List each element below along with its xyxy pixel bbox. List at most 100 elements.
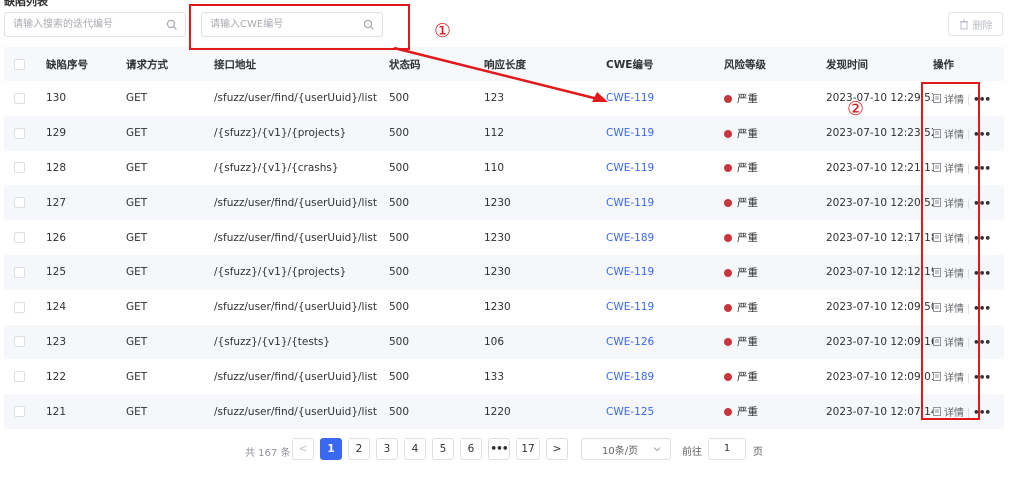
row-select-cell xyxy=(4,185,46,221)
row-checkbox[interactable] xyxy=(14,127,25,139)
cwe-cell: CWE-119 xyxy=(606,81,724,116)
cwe-cell: CWE-119 xyxy=(606,151,724,186)
column-header-risk: 风险等级 xyxy=(724,47,826,81)
column-header-id: 缺陷序号 xyxy=(46,47,126,81)
page-size-select[interactable]: 10条/页 xyxy=(581,438,671,460)
found-time: 2023-07-10 12:12:19 xyxy=(826,254,933,290)
search-icon[interactable] xyxy=(166,19,178,31)
column-header-method: 请求方式 xyxy=(126,47,214,81)
column-header-path: 接口地址 xyxy=(214,47,389,81)
page-button-5[interactable]: 5 xyxy=(432,438,454,460)
risk-dot-icon xyxy=(724,129,732,138)
risk-cell: 严重 xyxy=(724,254,826,290)
row-select-cell xyxy=(4,115,46,151)
table-row: 123 GET/{sfuzz}/{v1}/{tests} 500 106 CWE-126… xyxy=(4,324,1004,360)
delete-button[interactable]: 删除 xyxy=(948,12,1003,36)
goto-page-input[interactable]: 1 xyxy=(708,438,746,460)
iteration-search-input[interactable] xyxy=(5,13,185,36)
row-checkbox[interactable] xyxy=(14,301,25,313)
risk-level: 严重 xyxy=(737,197,758,210)
risk-level: 严重 xyxy=(737,232,758,245)
cwe-link[interactable]: CWE-125 xyxy=(606,406,654,418)
page-button-4[interactable]: 4 xyxy=(404,438,426,460)
status-code: 500 xyxy=(389,324,484,360)
api-path: /{sfuzz}/{v1}/{crashs} xyxy=(214,161,339,174)
row-checkbox[interactable] xyxy=(14,336,25,348)
response-length: 1230 xyxy=(484,301,511,314)
cwe-link[interactable]: CWE-119 xyxy=(606,197,654,209)
row-checkbox[interactable] xyxy=(14,406,25,418)
risk-dot-icon xyxy=(724,303,732,312)
row-select-cell xyxy=(4,151,46,186)
defect-id: 129 xyxy=(46,115,126,151)
status-code: 500 xyxy=(389,185,484,221)
status-code: 500 xyxy=(389,370,410,383)
cwe-link[interactable]: CWE-126 xyxy=(606,336,654,348)
risk-cell: 严重 xyxy=(724,290,826,325)
request-method: GET xyxy=(126,115,214,151)
cwe-link[interactable]: CWE-119 xyxy=(606,127,654,139)
cwe-filter-highlight xyxy=(189,4,410,50)
risk-dot-icon xyxy=(724,234,732,243)
cwe-cell: CWE-189 xyxy=(606,220,724,255)
page-button-3[interactable]: 3 xyxy=(376,438,398,460)
risk-dot-icon xyxy=(724,164,732,173)
found-time: 2023-07-10 12:07:14 xyxy=(826,394,933,429)
request-method: GET xyxy=(126,370,148,383)
page-button-last[interactable]: 17 xyxy=(516,438,540,460)
page-size-value: 10条/页 xyxy=(602,445,639,457)
defect-id: 128 xyxy=(46,161,67,174)
row-select-cell xyxy=(4,394,46,429)
found-time: 2023-07-10 12:20:52 xyxy=(826,185,933,221)
cwe-cell: CWE-119 xyxy=(606,115,724,151)
risk-cell: 严重 xyxy=(724,220,826,255)
cwe-link[interactable]: CWE-119 xyxy=(606,301,654,313)
next-page-button[interactable]: > xyxy=(546,438,568,460)
page-button-1[interactable]: 1 xyxy=(320,438,342,460)
trash-icon xyxy=(959,19,968,29)
risk-level: 严重 xyxy=(737,162,758,175)
status-code: 500 xyxy=(389,115,484,151)
page-button-2[interactable]: 2 xyxy=(348,438,370,460)
request-method: GET xyxy=(126,301,148,314)
row-select-cell xyxy=(4,254,46,290)
risk-level: 严重 xyxy=(737,266,758,279)
prev-page-button[interactable]: < xyxy=(292,438,314,460)
row-checkbox[interactable] xyxy=(14,232,25,244)
cwe-link[interactable]: CWE-119 xyxy=(606,266,654,278)
table-row: 125 GET/{sfuzz}/{v1}/{projects} 500 1230 CWE… xyxy=(4,254,1004,290)
page-button-6[interactable]: 6 xyxy=(460,438,482,460)
status-code: 500 xyxy=(389,161,410,174)
row-checkbox[interactable] xyxy=(14,266,25,278)
response-length: 1230 xyxy=(484,254,606,290)
cwe-link[interactable]: CWE-189 xyxy=(606,371,654,383)
row-checkbox[interactable] xyxy=(14,92,25,104)
risk-dot-icon xyxy=(724,338,732,347)
cwe-cell: CWE-126 xyxy=(606,324,724,360)
api-path: /{sfuzz}/{v1}/{projects} xyxy=(214,254,389,290)
defect-id: 124 xyxy=(46,301,67,314)
row-checkbox[interactable] xyxy=(14,162,25,174)
request-method: GET xyxy=(126,92,148,105)
api-path: /sfuzz/user/find/{userUuid}/list xyxy=(214,394,389,429)
found-time: 2023-07-10 12:09:16 xyxy=(826,324,933,360)
cwe-link[interactable]: CWE-119 xyxy=(606,162,654,174)
annotation-marker-2: ② xyxy=(847,98,865,120)
api-path: /sfuzz/user/find/{userUuid}/list xyxy=(214,231,377,244)
iteration-search-field[interactable] xyxy=(4,12,186,37)
status-code: 500 xyxy=(389,254,484,290)
more-pages-button[interactable]: ••• xyxy=(488,438,510,460)
api-path: /sfuzz/user/find/{userUuid}/list xyxy=(214,301,377,314)
request-method: GET xyxy=(126,161,148,174)
cwe-link[interactable]: CWE-189 xyxy=(606,232,654,244)
row-checkbox[interactable] xyxy=(14,371,25,383)
table-row: 128 GET /{sfuzz}/{v1}/{crashs} 500 110 CWE-11… xyxy=(4,151,1004,186)
table-row: 122 GET/sfuzz/user/find/{userUuid}/list 50… xyxy=(4,359,1004,394)
column-header-actions: 操作 xyxy=(933,47,1004,81)
annotation-marker-1: ① xyxy=(434,20,452,42)
select-all-checkbox[interactable] xyxy=(14,58,25,70)
request-method: GET xyxy=(126,231,148,244)
row-checkbox[interactable] xyxy=(14,197,25,209)
response-length: 106 xyxy=(484,324,606,360)
api-path: /sfuzz/user/find/{userUuid}/list xyxy=(214,185,389,221)
